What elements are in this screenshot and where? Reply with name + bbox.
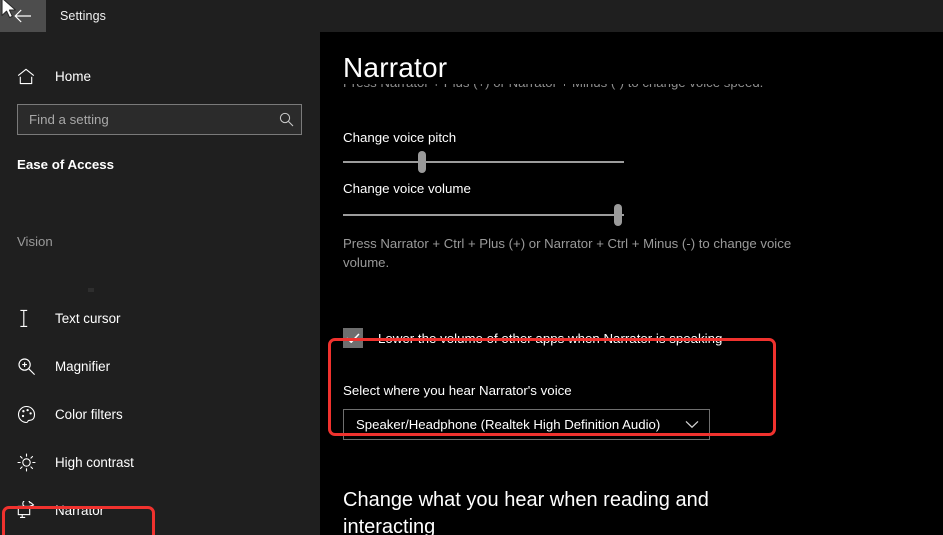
chevron-down-icon[interactable] (675, 420, 709, 429)
output-device-label: Select where you hear Narrator's voice (343, 383, 572, 398)
section-heading: Change what you hear when reading and in… (343, 489, 709, 535)
sidebar-item-magnifier[interactable]: Magnifier (0, 342, 320, 390)
search-input[interactable] (18, 112, 271, 127)
sidebar-item-narrator[interactable]: Narrator (0, 486, 320, 534)
app-title: Settings (60, 9, 106, 23)
page-title: Narrator (343, 52, 462, 84)
color-palette-icon (17, 405, 43, 424)
text-cursor-icon (17, 309, 43, 328)
page-section-title: Ease of Access (17, 157, 115, 172)
main-content: Press Narrator + Plus (+) or Narrator + … (320, 32, 943, 535)
lower-volume-checkbox-row[interactable]: Lower the volume of other apps when Narr… (343, 328, 722, 348)
magnifier-icon (17, 357, 43, 376)
sidebar-item-label: Color filters (55, 406, 123, 422)
sidebar-item-home[interactable]: Home (0, 58, 320, 94)
sidebar-item-high-contrast[interactable]: High contrast (0, 438, 320, 486)
lower-volume-checkbox-label: Lower the volume of other apps when Narr… (378, 330, 723, 346)
sidebar-item-label: Text cursor (55, 310, 121, 326)
voice-volume-label: Change voice volume (343, 181, 471, 196)
back-button[interactable] (0, 0, 46, 32)
voice-pitch-thumb[interactable] (417, 151, 426, 173)
voice-volume-thumb[interactable] (614, 204, 623, 226)
voice-pitch-label: Change voice pitch (343, 130, 457, 145)
sidebar-item-label-home: Home (55, 68, 92, 84)
lower-volume-checkbox[interactable] (343, 328, 363, 348)
sidebar-group-label-vision: Vision (17, 234, 53, 249)
sidebar-item-text-cursor[interactable]: Text cursor (0, 294, 320, 342)
search-icon[interactable] (271, 112, 301, 127)
narrator-icon (17, 500, 43, 520)
home-icon (17, 68, 41, 85)
voice-pitch-slider[interactable] (343, 151, 624, 173)
sidebar-item-color-filters[interactable]: Color filters (0, 390, 320, 438)
brightness-icon (17, 452, 43, 472)
output-device-value: Speaker/Headphone (Realtek High Definiti… (356, 417, 661, 432)
sidebar-item-label: Magnifier (55, 358, 111, 374)
sidebar: Home Ease of Access Vision Text cu (0, 32, 320, 535)
voice-volume-hint: Press Narrator + Ctrl + Plus (+) or Narr… (343, 236, 792, 270)
back-arrow-icon (14, 9, 31, 23)
clipped-nav-artifact (88, 288, 94, 292)
sidebar-item-label: High contrast (55, 454, 134, 470)
title-bar: Settings (0, 0, 943, 32)
voice-speed-hint-clipped: Press Narrator + Plus (+) or Narrator + … (343, 84, 863, 101)
voice-volume-slider[interactable] (343, 204, 624, 226)
search-box[interactable] (17, 104, 302, 135)
output-device-dropdown[interactable]: Speaker/Headphone (Realtek High Definiti… (343, 409, 710, 440)
checkmark-icon (346, 333, 360, 343)
settings-window: Settings Home Ease of Access Vision (0, 0, 943, 535)
sidebar-item-label: Narrator (55, 502, 105, 518)
sidebar-nav-list: Text cursor Magnifier Color filters High… (0, 294, 320, 534)
